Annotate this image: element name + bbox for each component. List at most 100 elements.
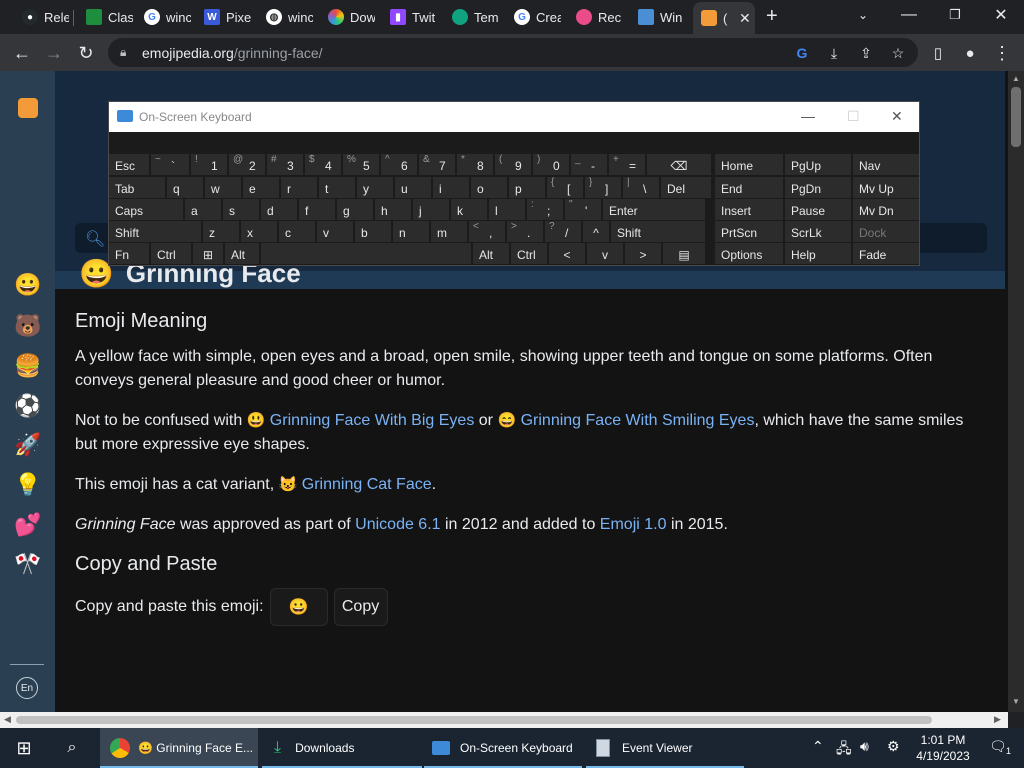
minimize-icon[interactable]: — <box>886 0 932 30</box>
key-down-arrow[interactable]: v <box>587 243 623 264</box>
key-mvdn[interactable]: Mv Dn <box>853 199 919 220</box>
key-w[interactable]: w <box>205 177 241 198</box>
key-5[interactable]: % 5 <box>343 154 379 175</box>
share-icon[interactable]: ⇪ <box>855 42 877 64</box>
back-icon[interactable]: ← <box>9 40 35 66</box>
key-j[interactable]: j <box>413 199 449 220</box>
key-lshift[interactable]: Shift <box>109 221 201 242</box>
travel-category-icon[interactable]: 🚀 <box>13 430 43 460</box>
scroll-right-arrow[interactable]: ▶ <box>994 714 1001 725</box>
horizontal-scroll-thumb[interactable] <box>16 716 932 724</box>
close-window-icon[interactable]: ✕ <box>978 0 1024 30</box>
key-g[interactable]: g <box>337 199 373 220</box>
flags-category-icon[interactable]: 🎌 <box>13 549 43 579</box>
key-pgdn[interactable]: PgDn <box>785 177 851 198</box>
key-e[interactable]: e <box>243 177 279 198</box>
key-lctrl[interactable]: Ctrl <box>151 243 191 264</box>
key-home[interactable]: Home <box>715 154 783 175</box>
google-lens-icon[interactable]: G <box>791 42 813 64</box>
tab-12-active[interactable]: (✕ <box>693 2 755 34</box>
key-dock[interactable]: Dock <box>853 221 919 242</box>
horizontal-scrollbar[interactable]: ◀ ▶ <box>0 712 1008 728</box>
key-del[interactable]: Del <box>661 177 711 198</box>
key-tab[interactable]: Tab <box>109 177 165 198</box>
system-clock[interactable]: 1:01 PM 4/19/2023 <box>913 732 973 764</box>
key-pgup[interactable]: PgUp <box>785 154 851 175</box>
key-equals[interactable]: + = <box>609 154 645 175</box>
key-v[interactable]: v <box>317 221 353 242</box>
taskbar-event-viewer[interactable]: Event Viewer <box>586 728 744 768</box>
scroll-down-arrow[interactable]: ▼ <box>1012 697 1020 706</box>
key-l[interactable]: l <box>489 199 525 220</box>
key-windows[interactable]: ⊞ <box>193 243 223 264</box>
key-s[interactable]: s <box>223 199 259 220</box>
key-d[interactable]: d <box>261 199 297 220</box>
vertical-scroll-thumb[interactable] <box>1011 87 1021 147</box>
key-caps[interactable]: Caps <box>109 199 183 220</box>
key-3[interactable]: #3 <box>267 154 303 175</box>
key-prtscn[interactable]: PrtScn <box>715 221 783 242</box>
key-nav[interactable]: Nav <box>853 154 919 175</box>
key-n[interactable]: n <box>393 221 429 242</box>
network-icon[interactable]: 🖧︎ <box>836 738 852 762</box>
key-c[interactable]: c <box>279 221 315 242</box>
smileys-category-icon[interactable]: 😀 <box>13 270 43 300</box>
key-u[interactable]: u <box>395 177 431 198</box>
tab-search-icon[interactable]: ⌄ <box>840 0 886 30</box>
key-scrlk[interactable]: ScrLk <box>785 221 851 242</box>
close-tab-icon[interactable]: ✕ <box>739 10 751 27</box>
volume-icon[interactable]: 🔊︎ <box>860 738 869 755</box>
link-grinning-cat[interactable]: Grinning Cat Face <box>302 476 432 493</box>
symbols-category-icon[interactable]: 💕 <box>13 510 43 540</box>
start-windows-icon[interactable]: ⊞ <box>12 728 36 768</box>
key-backslash[interactable]: | \ <box>623 177 659 198</box>
tab-1[interactable]: ● Rele <box>14 4 69 30</box>
tab-9[interactable]: G Crea <box>506 4 561 30</box>
osk-minimize-icon[interactable]: — <box>801 108 815 124</box>
settings-gear-icon[interactable]: ⚙ <box>887 738 900 755</box>
address-bar[interactable]: 🔒︎ emojipedia.org/grinning-face/ G ⤓ ⇪ ☆ <box>108 38 918 67</box>
key-rctrl[interactable]: Ctrl <box>511 243 547 264</box>
key-h[interactable]: h <box>375 199 411 220</box>
key-m[interactable]: m <box>431 221 467 242</box>
side-panel-icon[interactable]: ▯ <box>925 40 951 66</box>
key-f[interactable]: f <box>299 199 335 220</box>
copy-button[interactable]: Copy <box>333 588 388 626</box>
key-a[interactable]: a <box>185 199 221 220</box>
key-o[interactable]: o <box>471 177 507 198</box>
tab-8[interactable]: Tem <box>444 4 499 30</box>
objects-category-icon[interactable]: 💡 <box>13 470 43 500</box>
key-left-arrow[interactable]: < <box>549 243 585 264</box>
url-text[interactable]: emojipedia.org/grinning-face/ <box>142 45 323 61</box>
key-lbracket[interactable]: {[ <box>547 177 583 198</box>
key-ralt[interactable]: Alt <box>473 243 509 264</box>
key-esc[interactable]: Esc <box>109 154 149 175</box>
install-icon[interactable]: ⤓ <box>823 42 845 64</box>
profile-icon[interactable]: ● <box>957 40 983 66</box>
emojipedia-logo[interactable] <box>18 98 38 118</box>
food-category-icon[interactable]: 🍔 <box>13 351 43 381</box>
key-0[interactable]: ) 0 <box>533 154 569 175</box>
notification-icon[interactable]: 🗨︎ <box>989 738 1007 755</box>
scroll-up-arrow[interactable]: ▲ <box>1012 74 1020 83</box>
key-end[interactable]: End <box>715 177 783 198</box>
key-rbracket[interactable]: }] <box>585 177 621 198</box>
key-comma[interactable]: <, <box>469 221 505 242</box>
key-y[interactable]: y <box>357 177 393 198</box>
key-p[interactable]: p <box>509 177 545 198</box>
key-2[interactable]: @2 <box>229 154 265 175</box>
key-backtick[interactable]: ~ ` <box>151 154 189 175</box>
osk-maximize-icon[interactable]: ☐ <box>847 108 860 125</box>
tab-4[interactable]: W Pixe <box>196 4 251 30</box>
vertical-scrollbar[interactable]: ▲ ▼ <box>1008 71 1024 712</box>
key-backspace[interactable]: ⌫ <box>647 154 711 175</box>
link-smiling-eyes[interactable]: Grinning Face With Smiling Eyes <box>521 412 755 429</box>
tab-3[interactable]: Gwinc <box>136 4 191 30</box>
key-semicolon[interactable]: :; <box>527 199 563 220</box>
language-button[interactable]: En <box>16 677 38 699</box>
key-space[interactable] <box>261 243 471 264</box>
taskbar-chrome[interactable]: 😀 Grinning Face E... <box>100 728 258 768</box>
reload-icon[interactable]: ↻ <box>73 40 99 66</box>
key-t[interactable]: t <box>319 177 355 198</box>
key-fade[interactable]: Fade <box>853 243 919 264</box>
